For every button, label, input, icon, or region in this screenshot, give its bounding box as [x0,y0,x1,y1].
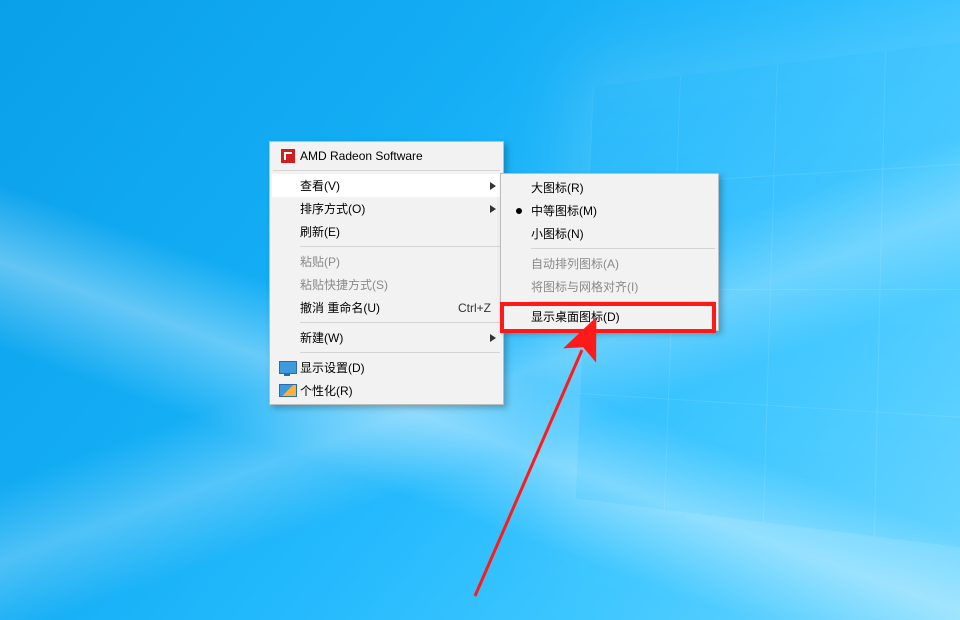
menu-item-label: 自动排列图标(A) [531,255,712,272]
menu-item-label: 显示桌面图标(D) [531,308,712,325]
blank-icon [278,277,298,293]
blank-icon [278,300,298,316]
menu-separator [300,246,500,247]
submenu-arrow-icon [485,179,497,193]
submenu-item-medium-icons[interactable]: 中等图标(M) [503,199,716,222]
menu-item-label: 新建(W) [300,329,485,346]
menu-separator [273,170,500,171]
menu-item-label: 小图标(N) [531,225,712,242]
menu-item-accelerator: Ctrl+Z [458,301,491,315]
blank-icon [509,226,529,242]
blank-icon [509,256,529,272]
blank-icon [509,279,529,295]
menu-item-label: 将图标与网格对齐(I) [531,278,712,295]
view-submenu: 大图标(R) 中等图标(M) 小图标(N) 自动排列图标(A) 将图标与网格对齐… [500,173,719,331]
menu-item-label: 显示设置(D) [300,359,497,376]
menu-item-label: 粘贴快捷方式(S) [300,276,497,293]
blank-icon [278,224,298,240]
blank-icon [509,180,529,196]
menu-separator [300,322,500,323]
desktop-context-menu: AMD Radeon Software 查看(V) 排序方式(O) 刷新(E) … [269,141,504,405]
menu-item-label: 刷新(E) [300,223,497,240]
menu-item-label: 查看(V) [300,177,485,194]
submenu-arrow-icon [485,331,497,345]
amd-icon [278,148,298,164]
menu-item-label: 中等图标(M) [531,202,712,219]
menu-item-sort-by[interactable]: 排序方式(O) [272,197,501,220]
menu-separator [531,301,715,302]
menu-item-personalize[interactable]: 个性化(R) [272,379,501,402]
submenu-arrow-icon [485,202,497,216]
menu-separator [300,352,500,353]
menu-item-label: 个性化(R) [300,382,497,399]
radio-selected-icon [509,203,529,219]
personalize-icon [278,383,298,399]
menu-item-refresh[interactable]: 刷新(E) [272,220,501,243]
menu-item-view[interactable]: 查看(V) [272,174,501,197]
menu-item-label: AMD Radeon Software [300,149,497,163]
menu-item-new[interactable]: 新建(W) [272,326,501,349]
submenu-item-small-icons[interactable]: 小图标(N) [503,222,716,245]
menu-item-amd-radeon-software[interactable]: AMD Radeon Software [272,144,501,167]
menu-item-label: 大图标(R) [531,179,712,196]
blank-icon [278,178,298,194]
display-settings-icon [278,360,298,376]
menu-item-paste-shortcut: 粘贴快捷方式(S) [272,273,501,296]
submenu-item-large-icons[interactable]: 大图标(R) [503,176,716,199]
menu-item-display-settings[interactable]: 显示设置(D) [272,356,501,379]
blank-icon [278,254,298,270]
menu-separator [531,248,715,249]
blank-icon [278,201,298,217]
menu-item-paste: 粘贴(P) [272,250,501,273]
menu-item-undo-rename[interactable]: 撤消 重命名(U) Ctrl+Z [272,296,501,319]
menu-item-label: 撤消 重命名(U) [300,299,446,316]
blank-icon [278,330,298,346]
submenu-item-align-to-grid[interactable]: 将图标与网格对齐(I) [503,275,716,298]
blank-icon [509,309,529,325]
menu-item-label: 排序方式(O) [300,200,485,217]
menu-item-label: 粘贴(P) [300,253,497,270]
submenu-item-show-desktop-icons[interactable]: 显示桌面图标(D) [503,305,716,328]
submenu-item-auto-arrange[interactable]: 自动排列图标(A) [503,252,716,275]
